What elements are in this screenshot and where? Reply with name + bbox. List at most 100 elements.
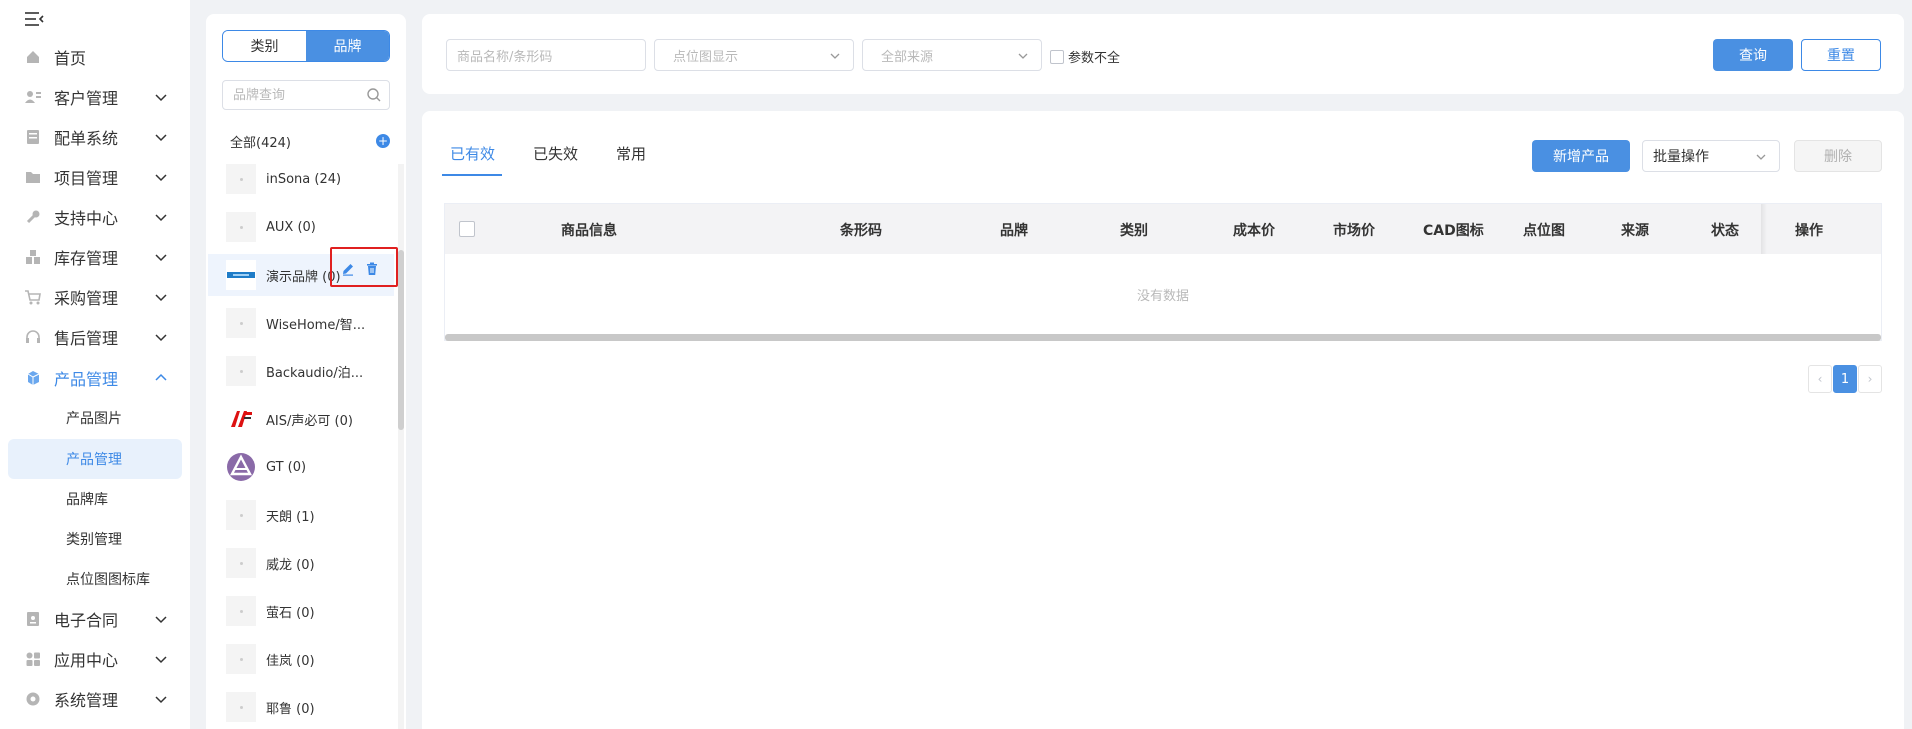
brand-item[interactable]: 天朗 (1) bbox=[208, 494, 394, 536]
brand-logo-gt bbox=[226, 452, 256, 482]
column-header: 操作 bbox=[1795, 223, 1823, 239]
sidebar-item-label: 售后管理 bbox=[54, 329, 119, 348]
sidebar-subitem-product-management[interactable]: 产品管理 bbox=[8, 439, 182, 479]
batch-operations-select[interactable]: 批量操作 bbox=[1642, 140, 1780, 172]
point-map-select[interactable]: 点位图显示 bbox=[654, 39, 854, 71]
batch-operations-label: 批量操作 bbox=[1653, 149, 1709, 165]
sidebar-item-label: 项目管理 bbox=[54, 169, 119, 188]
column-header: 点位图 bbox=[1523, 223, 1565, 239]
brand-item[interactable]: AUX (0) bbox=[208, 206, 394, 248]
incomplete-params-checkbox[interactable]: 参数不全 bbox=[1050, 47, 1120, 66]
settings-icon bbox=[24, 690, 42, 708]
sidebar-item-home[interactable]: 首页 bbox=[8, 37, 182, 77]
menu-fold-icon[interactable] bbox=[24, 10, 46, 28]
brand-item[interactable]: inSona (24) bbox=[208, 158, 394, 200]
brand-name: 佳岚 (0) bbox=[266, 653, 315, 669]
brand-name: GT (0) bbox=[266, 459, 307, 475]
sidebar-item-label: 系统管理 bbox=[54, 691, 119, 710]
sidebar-item-contract[interactable]: 电子合同 bbox=[8, 599, 182, 639]
sidebar-item-purchase[interactable]: 采购管理 bbox=[8, 277, 182, 317]
sidebar-item-label: 配单系统 bbox=[54, 129, 119, 148]
column-header: 状态 bbox=[1711, 223, 1739, 239]
delete-icon[interactable] bbox=[365, 262, 379, 276]
chevron-up-icon bbox=[155, 373, 167, 381]
reset-button[interactable]: 重置 bbox=[1801, 39, 1881, 71]
cart-icon bbox=[24, 288, 42, 306]
brand-logo-placeholder bbox=[226, 500, 256, 530]
add-product-button[interactable]: 新增产品 bbox=[1532, 140, 1630, 172]
brand-item[interactable]: WiseHome/智... bbox=[208, 302, 394, 344]
brand-list-scrollbar[interactable] bbox=[398, 164, 404, 729]
sidebar-item-label: 采购管理 bbox=[54, 289, 119, 308]
chevron-down-icon bbox=[155, 94, 167, 102]
sidebar-item-project[interactable]: 项目管理 bbox=[8, 157, 182, 197]
brand-item[interactable]: Backaudio/泊... bbox=[208, 350, 394, 392]
brand-item[interactable]: 耶鲁 (0) bbox=[208, 686, 394, 728]
query-button[interactable]: 查询 bbox=[1713, 39, 1793, 71]
incomplete-params-label: 参数不全 bbox=[1068, 51, 1121, 66]
brand-logo-demo bbox=[226, 260, 256, 290]
brand-item[interactable]: 萤石 (0) bbox=[208, 590, 394, 632]
brand-item[interactable]: AIS/声必可 (0) bbox=[208, 398, 394, 440]
sidebar-item-label: 首页 bbox=[54, 49, 87, 68]
tab-active-products[interactable]: 已有效 bbox=[450, 143, 495, 164]
brand-logo-placeholder bbox=[226, 164, 256, 194]
checkbox-box[interactable] bbox=[1050, 49, 1064, 64]
brand-search-input[interactable] bbox=[222, 80, 390, 110]
apps-icon bbox=[24, 650, 42, 668]
sidebar-subitem-category-management[interactable]: 类别管理 bbox=[8, 519, 182, 559]
add-brand-icon[interactable]: + bbox=[376, 134, 390, 148]
brand-logo-placeholder bbox=[226, 692, 256, 722]
sidebar-item-order-system[interactable]: 配单系统 bbox=[8, 117, 182, 157]
chevron-down-icon bbox=[155, 294, 167, 302]
table-header: 商品信息 条形码 品牌 类别 成本价 市场价 CAD图标 点位图 来源 状态 操… bbox=[445, 204, 1881, 254]
active-tab-indicator bbox=[442, 174, 502, 176]
sidebar-item-support[interactable]: 支持中心 bbox=[8, 197, 182, 237]
select-all-checkbox[interactable] bbox=[459, 221, 475, 237]
table-horizontal-scrollbar[interactable] bbox=[445, 334, 1881, 341]
all-brands-label[interactable]: 全部(424) bbox=[230, 132, 291, 151]
segment-brand[interactable]: 品牌 bbox=[306, 31, 389, 61]
category-brand-switch: 类别 品牌 bbox=[222, 30, 390, 62]
source-select[interactable]: 全部来源 bbox=[862, 39, 1042, 71]
chevron-down-icon bbox=[155, 214, 167, 222]
brand-logo-placeholder bbox=[226, 644, 256, 674]
chevron-down-icon bbox=[1018, 53, 1028, 59]
brand-item[interactable]: 威龙 (0) bbox=[208, 542, 394, 584]
sidebar-item-after-sales[interactable]: 售后管理 bbox=[8, 317, 182, 357]
sidebar-item-product[interactable]: 产品管理 bbox=[8, 358, 182, 398]
sidebar-subitem-product-images[interactable]: 产品图片 bbox=[8, 398, 182, 438]
pagination-prev[interactable]: ‹ bbox=[1808, 365, 1832, 393]
tab-common-products[interactable]: 常用 bbox=[616, 143, 646, 164]
sidebar-item-inventory[interactable]: 库存管理 bbox=[8, 237, 182, 277]
scrollbar-thumb[interactable] bbox=[398, 250, 404, 430]
brand-name: AUX (0) bbox=[266, 219, 316, 235]
column-header: 来源 bbox=[1621, 223, 1649, 239]
brand-item[interactable]: 佳岚 (0) bbox=[208, 638, 394, 680]
sidebar-item-apps[interactable]: 应用中心 bbox=[8, 639, 182, 679]
pagination-page-1[interactable]: 1 bbox=[1833, 365, 1857, 393]
contract-icon bbox=[24, 610, 42, 628]
brand-logo-placeholder bbox=[226, 356, 256, 386]
brand-logo-placeholder bbox=[226, 212, 256, 242]
edit-icon[interactable] bbox=[341, 262, 355, 276]
chevron-down-icon bbox=[155, 174, 167, 182]
sidebar-subitem-point-icon-library[interactable]: 点位图图标库 bbox=[8, 559, 182, 599]
search-icon[interactable] bbox=[366, 87, 382, 103]
tab-invalid-products[interactable]: 已失效 bbox=[533, 143, 578, 164]
sidebar-item-label: 库存管理 bbox=[54, 249, 119, 268]
sidebar-item-system[interactable]: 系统管理 bbox=[8, 679, 182, 719]
segment-category[interactable]: 类别 bbox=[223, 31, 306, 61]
chevron-down-icon bbox=[155, 334, 167, 342]
delete-button[interactable]: 删除 bbox=[1794, 140, 1882, 172]
brand-name: Backaudio/泊... bbox=[266, 365, 364, 381]
sidebar-item-customer[interactable]: 客户管理 bbox=[8, 77, 182, 117]
sidebar-subitem-brand-library[interactable]: 品牌库 bbox=[8, 479, 182, 519]
inventory-icon bbox=[24, 248, 42, 266]
keyword-search-input[interactable]: 商品名称/条形码 bbox=[446, 39, 646, 71]
brand-item[interactable]: GT (0) bbox=[208, 446, 394, 488]
pagination-next[interactable]: › bbox=[1858, 365, 1882, 393]
source-select-placeholder: 全部来源 bbox=[881, 49, 934, 65]
filter-bar: 商品名称/条形码 点位图显示 全部来源 参数不全 查询 重置 bbox=[422, 14, 1904, 94]
column-header: 条形码 bbox=[840, 223, 882, 239]
